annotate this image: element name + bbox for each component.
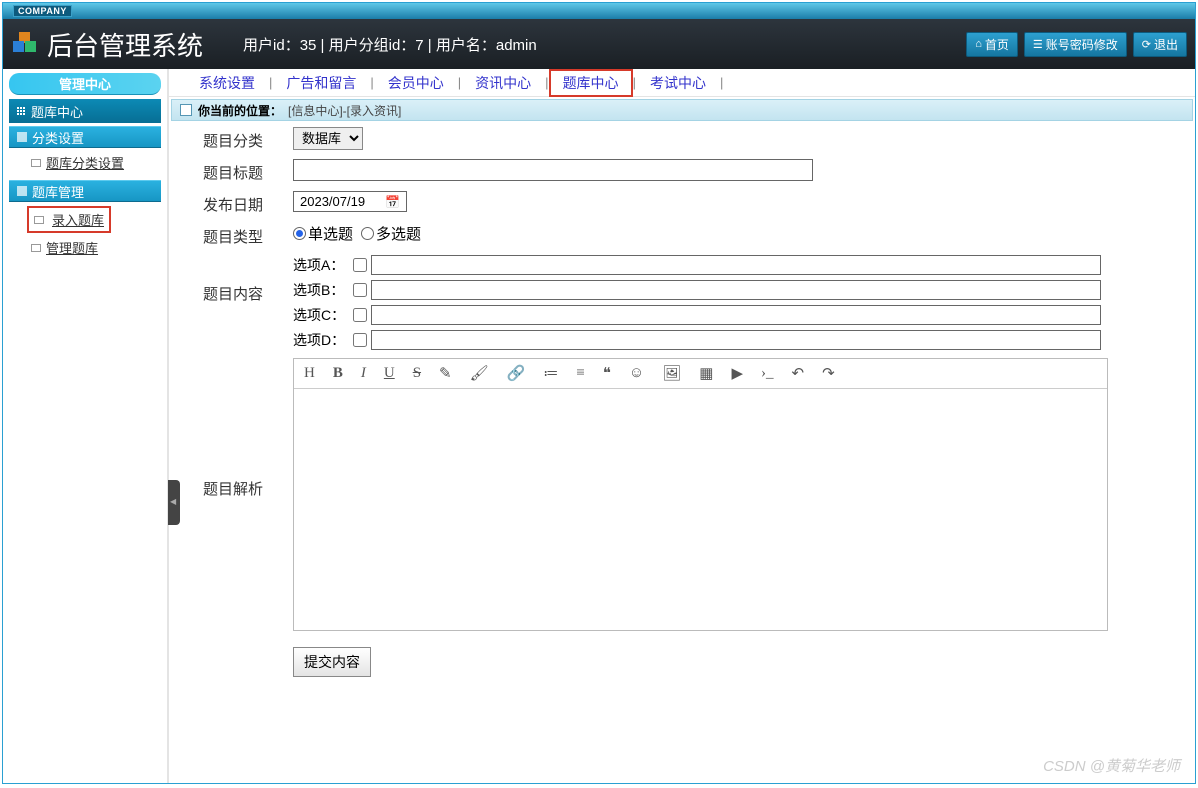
- toolbar-button[interactable]: H: [304, 365, 315, 382]
- sidebar: 管理中心 题库中心 分类设置 题库分类设置 题库管理 录入题库 管理题库: [3, 69, 168, 783]
- option-c-input[interactable]: [371, 305, 1101, 325]
- password-link[interactable]: ☰账号密码修改: [1024, 32, 1127, 57]
- logo-icon: [11, 30, 39, 58]
- option-a-check[interactable]: [353, 258, 367, 272]
- toolbar-button[interactable]: ↷: [822, 364, 835, 383]
- page-icon: [31, 244, 41, 252]
- toolbar-button[interactable]: 🔗: [507, 364, 526, 383]
- date-label: 发布日期: [173, 191, 293, 215]
- topnav-item[interactable]: 题库中心: [549, 69, 633, 97]
- type-label: 题目类型: [173, 223, 293, 247]
- company-bar: COMPANY: [3, 3, 1195, 19]
- option-b-row: 选项B：: [293, 280, 1191, 300]
- analysis-label: 题目解析: [173, 358, 293, 499]
- list-icon: ☰: [1033, 38, 1043, 51]
- sidebar-item-input[interactable]: 录入题库: [27, 206, 111, 233]
- editor-toolbar: H B I U S ✎ 🖌 🔗 ≔ ≡ ❝ ☺ 🖼 ▦ ▶ ›_ ↶ ↷: [294, 359, 1107, 389]
- topnav-item[interactable]: 考试中心: [636, 73, 720, 93]
- toolbar-button[interactable]: ›_: [761, 365, 774, 382]
- toolbar-button[interactable]: ✎: [439, 364, 452, 383]
- option-c-row: 选项C：: [293, 305, 1191, 325]
- option-a-row: 选项A：: [293, 255, 1191, 275]
- toolbar-button[interactable]: ≔: [543, 364, 558, 383]
- sidebar-item-manage[interactable]: 管理题库: [9, 233, 161, 262]
- option-d-row: 选项D：: [293, 330, 1191, 350]
- toolbar-button[interactable]: ▶: [731, 364, 743, 383]
- header-links: ⌂首页 ☰账号密码修改 ⟳退出: [966, 32, 1187, 57]
- collapse-handle[interactable]: [168, 480, 180, 525]
- grid-icon: [17, 107, 25, 115]
- toolbar-button[interactable]: ▦: [699, 364, 713, 383]
- rich-editor: H B I U S ✎ 🖌 🔗 ≔ ≡ ❝ ☺ 🖼 ▦ ▶ ›_ ↶ ↷: [293, 358, 1108, 631]
- date-input[interactable]: 2023/07/19 📅: [293, 191, 407, 212]
- folder-icon: [17, 132, 27, 142]
- content-label: 题目内容: [173, 255, 293, 304]
- sidebar-cat-category[interactable]: 分类设置: [9, 126, 161, 148]
- folder-icon: [17, 186, 27, 196]
- location-icon: [180, 104, 192, 116]
- toolbar-button[interactable]: ❝: [603, 364, 611, 383]
- option-d-input[interactable]: [371, 330, 1101, 350]
- toolbar-button[interactable]: S: [413, 365, 421, 382]
- toolbar-button[interactable]: B: [333, 365, 343, 382]
- topnav-item[interactable]: 会员中心: [374, 73, 458, 93]
- home-link[interactable]: ⌂首页: [966, 32, 1018, 57]
- option-c-check[interactable]: [353, 308, 367, 322]
- topnav-item[interactable]: 广告和留言: [272, 73, 370, 93]
- radio-multi[interactable]: 多选题: [361, 223, 421, 244]
- title-label: 题目标题: [173, 159, 293, 183]
- calendar-icon: 📅: [385, 195, 400, 209]
- toolbar-button[interactable]: I: [361, 365, 366, 382]
- toolbar-button[interactable]: 🖼: [662, 364, 681, 383]
- option-b-input[interactable]: [371, 280, 1101, 300]
- watermark: CSDN @黄菊华老师: [1043, 755, 1180, 776]
- category-select[interactable]: 数据库: [293, 127, 363, 150]
- radio-icon: [293, 227, 306, 240]
- company-label: COMPANY: [13, 5, 72, 17]
- system-title: 后台管理系统: [47, 26, 203, 63]
- topnav-item[interactable]: 系统设置: [185, 73, 269, 93]
- radio-single[interactable]: 单选题: [293, 223, 353, 244]
- logout-icon: ⟳: [1142, 38, 1151, 51]
- sidebar-header: 管理中心: [9, 73, 161, 95]
- header: 后台管理系统 用户id：35 | 用户分组id：7 | 用户名：admin ⌂首…: [3, 19, 1195, 69]
- toolbar-button[interactable]: ≡: [576, 365, 584, 382]
- page-icon: [34, 216, 44, 224]
- toolbar-button[interactable]: ↶: [792, 364, 805, 383]
- editor-body[interactable]: [294, 389, 1107, 627]
- option-a-input[interactable]: [371, 255, 1101, 275]
- option-b-check[interactable]: [353, 283, 367, 297]
- user-info: 用户id：35 | 用户分组id：7 | 用户名：admin: [243, 34, 966, 55]
- sidebar-cat-manage[interactable]: 题库管理: [9, 180, 161, 202]
- option-d-check[interactable]: [353, 333, 367, 347]
- topnav: 系统设置|广告和留言|会员中心|资讯中心|题库中心|考试中心|: [169, 69, 1195, 97]
- toolbar-button[interactable]: U: [384, 365, 395, 382]
- category-label: 题目分类: [173, 127, 293, 151]
- radio-icon: [361, 227, 374, 240]
- submit-button[interactable]: 提交内容: [293, 647, 371, 677]
- home-icon: ⌂: [975, 38, 982, 50]
- form: 题目分类 数据库 题目标题 发布日期 2023/07/19: [169, 123, 1195, 681]
- page-icon: [31, 159, 41, 167]
- logout-link[interactable]: ⟳退出: [1133, 32, 1187, 57]
- main: 系统设置|广告和留言|会员中心|资讯中心|题库中心|考试中心| 你当前的位置： …: [168, 69, 1195, 783]
- toolbar-button[interactable]: ☺: [629, 365, 644, 382]
- toolbar-button[interactable]: 🖌: [470, 364, 489, 383]
- location-bar: 你当前的位置： [信息中心]-[录入资讯]: [171, 99, 1193, 121]
- title-input[interactable]: [293, 159, 813, 181]
- sidebar-breadcrumb[interactable]: 题库中心: [9, 99, 161, 123]
- topnav-item[interactable]: 资讯中心: [461, 73, 545, 93]
- sidebar-item-category-set[interactable]: 题库分类设置: [9, 148, 161, 177]
